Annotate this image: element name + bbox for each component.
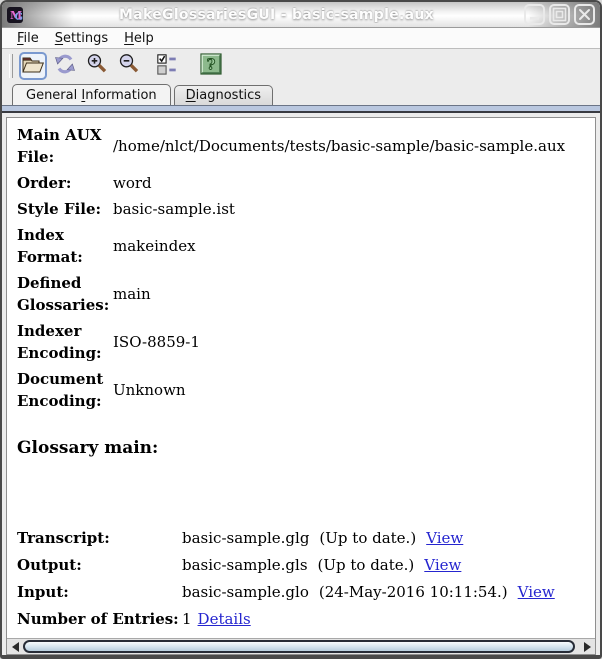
- tab-bar: General Information Diagnostics: [2, 83, 600, 105]
- maximize-button[interactable]: [549, 4, 570, 25]
- left-arrow-icon: [11, 641, 19, 652]
- app-logo-icon: M G: [7, 6, 24, 23]
- row-status: (Up to date.): [319, 529, 417, 547]
- field-value: word: [113, 174, 152, 192]
- view-output-link[interactable]: View: [424, 555, 461, 575]
- refresh-icon: [53, 52, 77, 80]
- right-arrow-icon: [583, 641, 591, 652]
- field-label: Document Encoding:: [17, 370, 104, 410]
- field-label: Defined Glossaries:: [17, 274, 110, 314]
- minimize-button[interactable]: [524, 4, 545, 25]
- field-row: Order: word: [17, 172, 589, 194]
- glossary-file-table: Transcript: basic-sample.glg (Up to date…: [17, 528, 589, 629]
- tab-diagnostics[interactable]: Diagnostics: [173, 85, 274, 105]
- reload-button[interactable]: [51, 52, 79, 80]
- field-value: basic-sample.ist: [113, 200, 235, 218]
- tab-accent-band: [2, 105, 600, 113]
- field-label: Order:: [17, 174, 72, 192]
- field-label: Indexer Encoding:: [17, 322, 102, 362]
- glossary-row: Output: basic-sample.gls (Up to date.) V…: [17, 555, 589, 575]
- svg-text:?: ?: [207, 56, 216, 74]
- field-row: Style File: basic-sample.ist: [17, 198, 589, 220]
- row-label: Transcript:: [17, 529, 110, 547]
- field-row: Document Encoding: Unknown: [17, 368, 589, 412]
- glossary-row: Transcript: basic-sample.glg (Up to date…: [17, 528, 589, 548]
- menubar: File Settings Help: [2, 28, 600, 49]
- zoom-in-icon: [85, 52, 109, 80]
- diagnostic-options-button[interactable]: [153, 52, 181, 80]
- row-label: Input:: [17, 583, 69, 601]
- toolbar: ?: [2, 49, 600, 83]
- window-controls: [524, 4, 595, 25]
- glossary-row: Input: basic-sample.glo (24-May-2016 10:…: [17, 582, 589, 602]
- field-row: Main AUX File: /home/nlct/Documents/test…: [17, 124, 589, 168]
- menu-settings[interactable]: Settings: [47, 29, 116, 48]
- field-value: main: [113, 285, 151, 303]
- zoom-in-button[interactable]: [83, 52, 111, 80]
- view-input-link[interactable]: View: [518, 582, 555, 602]
- row-file: basic-sample.gls: [182, 556, 308, 574]
- window-title: MakeGlossariesGUI - basic-sample.aux: [119, 6, 434, 23]
- field-value: ISO-8859-1: [113, 333, 200, 351]
- general-information-content: Main AUX File: /home/nlct/Documents/test…: [7, 118, 595, 638]
- field-value: Unknown: [113, 381, 186, 399]
- field-value: /home/nlct/Documents/tests/basic-sample/…: [113, 137, 566, 155]
- row-file: basic-sample.glg: [182, 529, 310, 547]
- svg-text:G: G: [15, 12, 24, 23]
- field-row: Index Format: makeindex: [17, 224, 589, 268]
- scroll-left-button[interactable]: [7, 639, 23, 655]
- help-button[interactable]: ?: [197, 52, 225, 80]
- field-value: makeindex: [113, 237, 196, 255]
- scrollbar-thumb[interactable]: [23, 639, 575, 653]
- row-file: basic-sample.glo: [182, 583, 309, 601]
- row-status: (24-May-2016 10:11:54.): [318, 583, 508, 601]
- details-link[interactable]: Details: [198, 609, 251, 629]
- zoom-out-button[interactable]: [115, 52, 143, 80]
- toolbar-drag-handle[interactable]: [9, 54, 13, 78]
- menu-file[interactable]: File: [9, 29, 47, 48]
- app-window: M G MakeGlossariesGUI - basic-sample.aux…: [0, 0, 602, 659]
- view-transcript-link[interactable]: View: [426, 528, 463, 548]
- row-label: Number of Entries:: [17, 610, 179, 628]
- glossary-heading: Glossary main:: [17, 438, 159, 458]
- field-row: Indexer Encoding: ISO-8859-1: [17, 320, 589, 364]
- checkbox-list-icon: [156, 53, 178, 79]
- row-status: (Up to date.): [317, 556, 415, 574]
- titlebar[interactable]: M G MakeGlossariesGUI - basic-sample.aux: [2, 2, 600, 28]
- field-row: Defined Glossaries: main: [17, 272, 589, 316]
- field-label: Index Format:: [17, 226, 83, 266]
- tab-general-information[interactable]: General Information: [12, 84, 171, 105]
- field-label: Main AUX File:: [17, 126, 102, 166]
- scrollbar-track[interactable]: [23, 639, 579, 655]
- menu-help[interactable]: Help: [116, 29, 162, 48]
- scroll-right-button[interactable]: [579, 639, 595, 655]
- open-folder-icon: [21, 53, 45, 79]
- zoom-out-icon: [117, 52, 141, 80]
- glossary-row: Number of Entries: 1 Details: [17, 609, 589, 629]
- row-label: Output:: [17, 556, 82, 574]
- general-information-panel: Main AUX File: /home/nlct/Documents/test…: [6, 117, 596, 655]
- help-icon: ?: [200, 53, 222, 79]
- close-button[interactable]: [574, 4, 595, 25]
- horizontal-scrollbar[interactable]: [7, 638, 595, 654]
- field-label: Style File:: [17, 200, 102, 218]
- open-button[interactable]: [19, 52, 47, 80]
- row-count: 1: [182, 610, 192, 628]
